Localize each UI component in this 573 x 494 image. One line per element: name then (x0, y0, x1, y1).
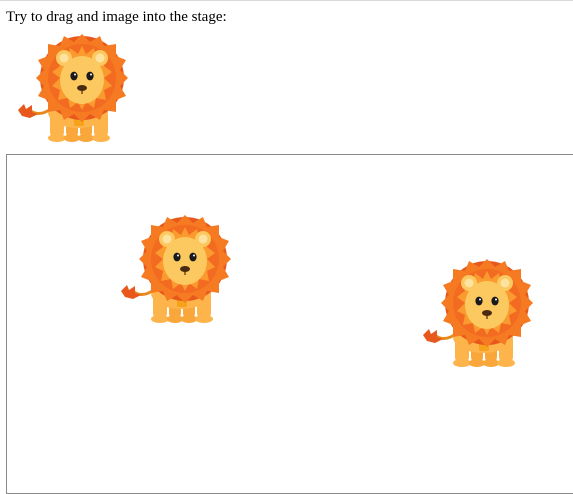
lion-icon (115, 211, 233, 326)
drop-stage[interactable] (6, 154, 573, 494)
draggable-lion-image[interactable] (12, 30, 130, 145)
lion-icon (417, 255, 535, 370)
top-divider (0, 0, 573, 1)
lion-icon (12, 30, 130, 145)
stage-lion-image[interactable] (417, 255, 535, 370)
stage-lion-image[interactable] (115, 211, 233, 326)
instructions-text: Try to drag and image into the stage: (6, 9, 227, 25)
